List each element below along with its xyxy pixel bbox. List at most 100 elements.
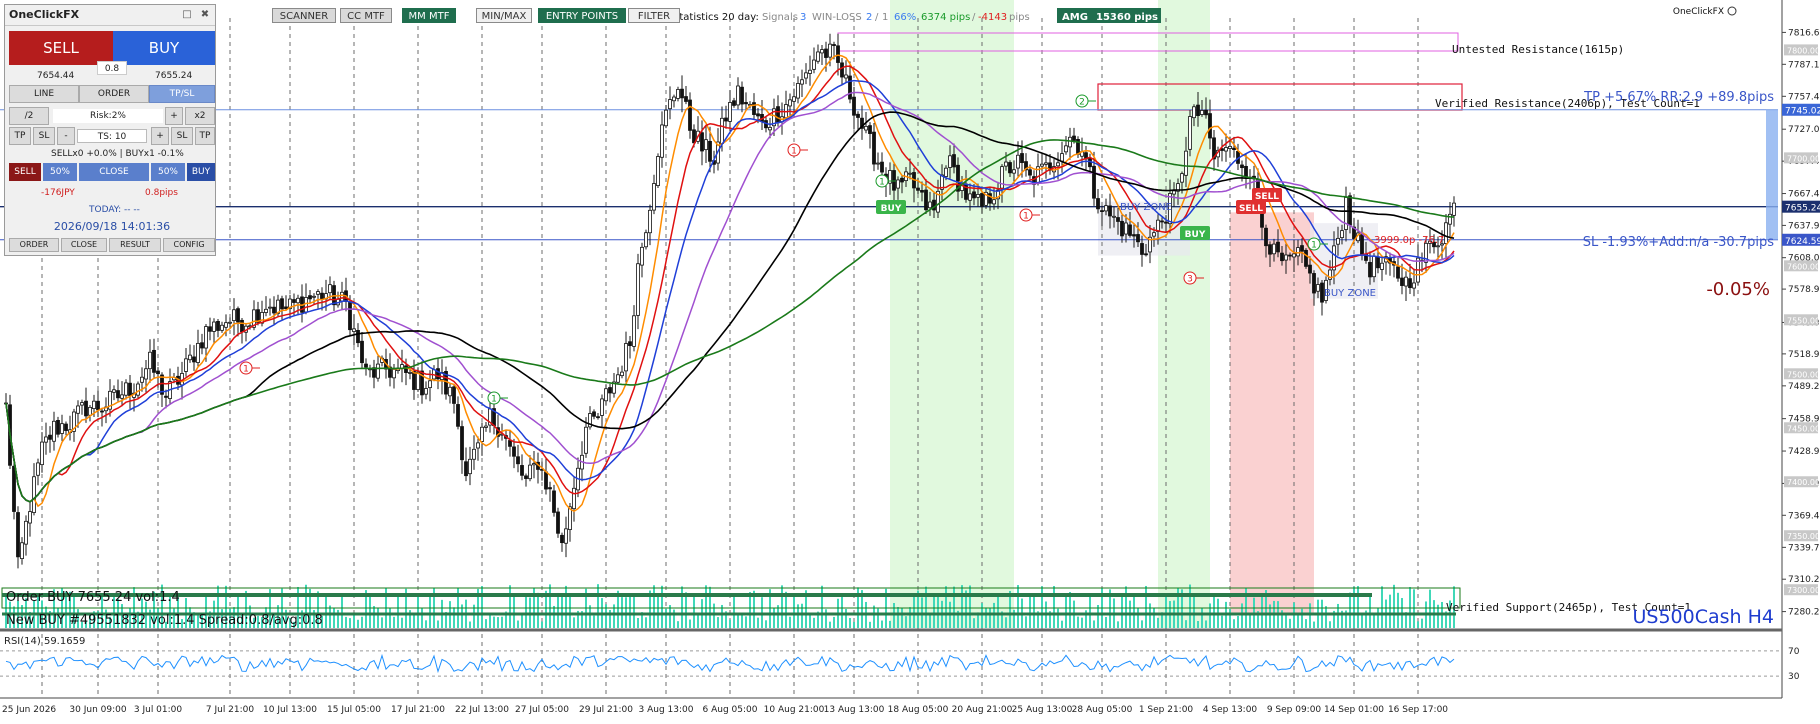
tp-button[interactable]: TP (9, 127, 31, 145)
candle-body (668, 99, 672, 110)
candle-body (292, 299, 296, 303)
double-lot-button[interactable]: x2 (185, 107, 215, 125)
pips-negative: -4143 (978, 12, 1007, 23)
candle-body (528, 464, 532, 480)
volume-bar (841, 594, 843, 628)
volume-bar (521, 615, 523, 628)
volume-bar (969, 585, 971, 628)
candle-body (1000, 166, 1004, 189)
sl-button[interactable]: SL (33, 127, 55, 145)
tpsl-tab[interactable]: TP/SL (149, 85, 215, 103)
volume-bar (1153, 608, 1155, 628)
volume-bar (793, 594, 795, 628)
volume-bar (1057, 608, 1059, 628)
volume-bar (981, 603, 983, 628)
trailing-stop-value[interactable]: TS: 10 (77, 129, 147, 143)
minus-button[interactable]: - (57, 127, 75, 145)
volume-bar (789, 616, 791, 628)
candle-body (1088, 158, 1092, 168)
minimize-icon[interactable]: □ (181, 9, 193, 21)
tab-result[interactable]: RESULT (109, 238, 161, 252)
candle-body (920, 190, 924, 193)
candle-body (744, 102, 748, 105)
volume-bar (1065, 596, 1067, 628)
volume-bar (417, 593, 419, 628)
cc-mtf-button[interactable]: CC MTF (340, 8, 392, 23)
plus-button-2[interactable]: + (151, 127, 169, 145)
candle-body (1104, 205, 1108, 212)
candle-body (1228, 145, 1232, 149)
close-all-button[interactable]: CLOSE (79, 163, 149, 181)
candle-body (40, 441, 44, 466)
candle-body (1028, 169, 1032, 176)
volume-bar (397, 596, 399, 628)
volume-bar (733, 593, 735, 628)
price-ghost-label: 7450.00 (1787, 424, 1820, 433)
candle-body (1116, 217, 1120, 222)
volume-bar (729, 619, 731, 628)
candle-body (660, 124, 664, 158)
entry-points-button[interactable]: ENTRY POINTS (538, 8, 626, 23)
volume-bar (1213, 594, 1215, 628)
sl-button-2[interactable]: SL (171, 127, 193, 145)
mm-mtf-button[interactable]: MM MTF (402, 8, 456, 23)
volume-bar (881, 620, 883, 628)
candle-body (788, 99, 792, 107)
sell-signal-text: SELL (1239, 204, 1263, 214)
volume-bar (825, 609, 827, 628)
close-50-sell-button[interactable]: 50% (43, 163, 77, 181)
volume-bar (829, 621, 831, 628)
price-tick-label: 7578.90 (1788, 285, 1820, 295)
candle-body (680, 88, 684, 99)
time-tick-label: 22 Jul 13:00 (455, 705, 509, 715)
filter-button[interactable]: FILTER (628, 8, 680, 23)
volume-bar (1141, 620, 1143, 628)
time-tick-label: 6 Aug 05:00 (703, 705, 758, 715)
candle-body (328, 284, 332, 294)
volume-bar (561, 594, 563, 628)
candle-body (584, 426, 588, 454)
tp-button-2[interactable]: TP (195, 127, 215, 145)
candle-body (1004, 161, 1008, 167)
candle-body (1196, 104, 1200, 116)
volume-bar (913, 594, 915, 628)
price-tick-label: 7667.40 (1788, 190, 1820, 200)
candle-body (472, 448, 476, 460)
order-tab[interactable]: ORDER (79, 85, 149, 103)
buy-button[interactable]: BUY (113, 31, 215, 65)
scanner-button[interactable]: SCANNER (272, 8, 336, 23)
volume-bar (1305, 619, 1307, 628)
volume-bar (481, 586, 483, 628)
candle-body (452, 386, 456, 404)
close-icon[interactable]: ✖ (199, 9, 211, 21)
order-annotation: Order BUY 7655.24 vol:1.4 (6, 590, 180, 605)
sell-button[interactable]: SELL (9, 31, 113, 65)
half-lot-button[interactable]: /2 (9, 107, 49, 125)
plus-button[interactable]: + (165, 107, 183, 125)
candle-body (852, 96, 856, 116)
candle-body (560, 534, 564, 544)
chart-canvas[interactable]: BUYBUYSELLSELL11111231 7816.667787.10775… (0, 0, 1820, 720)
time-tick-label: 1 Sep 21:00 (1139, 705, 1194, 715)
volume-bar (801, 603, 803, 628)
volume-bar (565, 585, 567, 628)
tab-order[interactable]: ORDER (9, 238, 59, 252)
candle (1188, 110, 1192, 157)
candle-body (868, 125, 872, 134)
sell-small-button[interactable]: SELL (9, 163, 41, 181)
buy-small-button[interactable]: BUY (187, 163, 215, 181)
line-tab[interactable]: LINE (9, 85, 79, 103)
volume-bar (973, 618, 975, 628)
tab-config[interactable]: CONFIG (163, 238, 215, 252)
tab-close[interactable]: CLOSE (61, 238, 107, 252)
candle-body (1308, 264, 1312, 274)
candle-body (800, 79, 804, 85)
candle-body (1336, 237, 1340, 245)
close-50-buy-button[interactable]: 50% (151, 163, 185, 181)
price-tick-label: 7757.46 (1788, 92, 1820, 102)
candle-body (928, 201, 932, 209)
candle-body (1408, 278, 1412, 289)
candle-body (832, 44, 836, 46)
volume-bar (813, 617, 815, 628)
min-max-button[interactable]: MIN/MAX (476, 8, 532, 23)
